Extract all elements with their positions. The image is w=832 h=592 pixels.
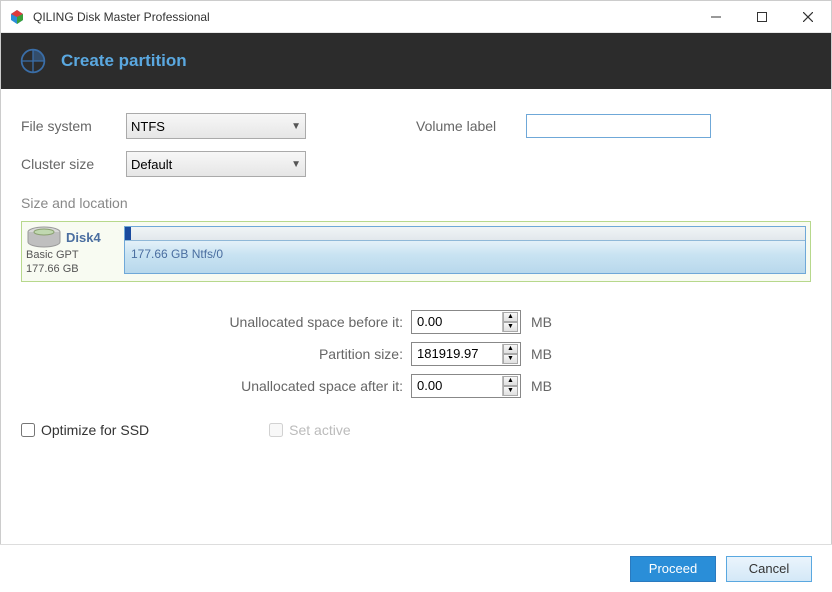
- spin-up-button[interactable]: ▲: [503, 344, 518, 354]
- space-before-row: Unallocated space before it: 0.00 ▲ ▼ MB: [21, 310, 811, 334]
- optimize-ssd-label: Optimize for SSD: [41, 422, 149, 438]
- page-title: Create partition: [61, 51, 187, 71]
- app-icon: [9, 9, 25, 25]
- partition-label: 177.66 GB Ntfs/0: [125, 241, 805, 261]
- partition-size-row: Partition size: 181919.97 ▲ ▼ MB: [21, 342, 811, 366]
- options-row: Optimize for SSD Set active: [21, 422, 811, 438]
- spin-down-button[interactable]: ▼: [503, 322, 518, 332]
- set-active-label: Set active: [289, 422, 350, 438]
- chevron-down-icon: ▼: [291, 121, 301, 132]
- maximize-button[interactable]: [739, 1, 785, 32]
- optimize-ssd-checkbox[interactable]: Optimize for SSD: [21, 422, 149, 438]
- cluster-size-value: Default: [131, 157, 172, 172]
- cancel-button[interactable]: Cancel: [726, 556, 812, 582]
- disk-info: Disk4 Basic GPT 177.66 GB: [26, 226, 118, 277]
- minimize-icon: [711, 12, 721, 22]
- chevron-down-icon: ▼: [291, 159, 301, 170]
- window-title: QILING Disk Master Professional: [33, 10, 693, 24]
- spin-up-button[interactable]: ▲: [503, 376, 518, 386]
- space-before-value: 0.00: [417, 314, 500, 329]
- size-location-label: Size and location: [21, 195, 811, 211]
- optimize-ssd-input[interactable]: [21, 423, 35, 437]
- partition-bar[interactable]: 177.66 GB Ntfs/0: [124, 226, 806, 274]
- dialog-footer: Proceed Cancel: [0, 544, 832, 592]
- set-active-input: [269, 423, 283, 437]
- unit-label: MB: [531, 378, 552, 394]
- unit-label: MB: [531, 314, 552, 330]
- maximize-icon: [757, 12, 767, 22]
- cluster-size-row: Cluster size Default ▼: [21, 151, 811, 177]
- file-system-select[interactable]: NTFS ▼: [126, 113, 306, 139]
- partition-size-value: 181919.97: [417, 346, 500, 361]
- space-after-value: 0.00: [417, 378, 500, 393]
- disk-layout: Disk4 Basic GPT 177.66 GB 177.66 GB Ntfs…: [21, 221, 811, 282]
- disk-name: Disk4: [66, 230, 101, 245]
- page-header: Create partition: [1, 33, 831, 89]
- volume-label-input[interactable]: [526, 114, 711, 138]
- spin-down-button[interactable]: ▼: [503, 386, 518, 396]
- content-area: File system NTFS ▼ Volume label Cluster …: [1, 89, 831, 438]
- space-before-label: Unallocated space before it:: [21, 314, 411, 330]
- minimize-button[interactable]: [693, 1, 739, 32]
- cluster-size-label: Cluster size: [21, 156, 126, 172]
- disk-type: Basic GPT: [26, 248, 118, 262]
- partition-used-handle[interactable]: [125, 227, 131, 240]
- volume-label-label: Volume label: [416, 118, 526, 134]
- spin-down-button[interactable]: ▼: [503, 354, 518, 364]
- partition-track[interactable]: [125, 227, 805, 241]
- space-after-row: Unallocated space after it: 0.00 ▲ ▼ MB: [21, 374, 811, 398]
- space-after-label: Unallocated space after it:: [21, 378, 411, 394]
- logo-icon: [19, 47, 47, 75]
- proceed-button[interactable]: Proceed: [630, 556, 716, 582]
- space-before-input[interactable]: 0.00 ▲ ▼: [411, 310, 521, 334]
- cluster-size-select[interactable]: Default ▼: [126, 151, 306, 177]
- window-controls: [693, 1, 831, 32]
- close-icon: [803, 12, 813, 22]
- partition-size-input[interactable]: 181919.97 ▲ ▼: [411, 342, 521, 366]
- spin-up-button[interactable]: ▲: [503, 312, 518, 322]
- file-system-label: File system: [21, 118, 126, 134]
- partition-size-label: Partition size:: [21, 346, 411, 362]
- disk-icon: [26, 226, 62, 248]
- file-system-row: File system NTFS ▼ Volume label: [21, 113, 811, 139]
- disk-size: 177.66 GB: [26, 262, 118, 276]
- close-button[interactable]: [785, 1, 831, 32]
- space-after-input[interactable]: 0.00 ▲ ▼: [411, 374, 521, 398]
- set-active-checkbox: Set active: [269, 422, 350, 438]
- unit-label: MB: [531, 346, 552, 362]
- size-inputs: Unallocated space before it: 0.00 ▲ ▼ MB…: [21, 310, 811, 398]
- file-system-value: NTFS: [131, 119, 165, 134]
- titlebar: QILING Disk Master Professional: [1, 1, 831, 33]
